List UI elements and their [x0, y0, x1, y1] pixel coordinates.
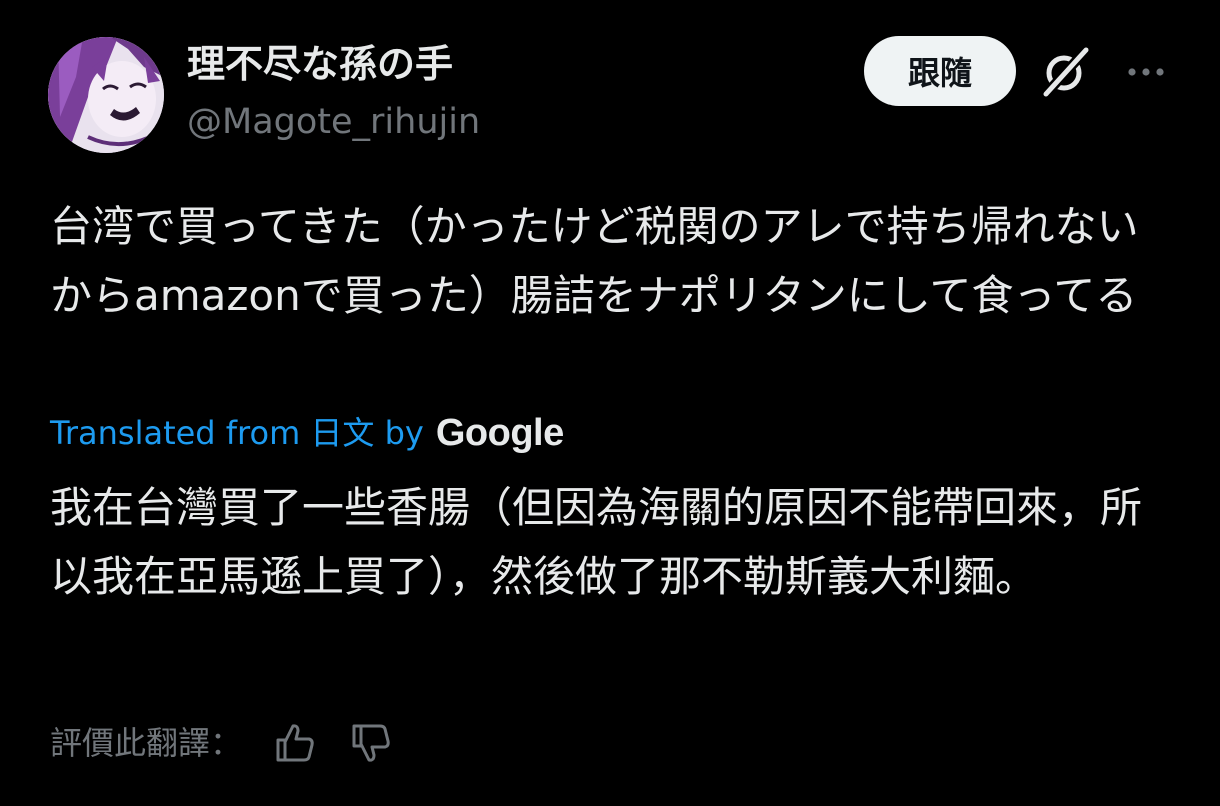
- follow-button[interactable]: 跟隨: [864, 36, 1016, 106]
- grok-icon[interactable]: [1040, 46, 1092, 98]
- translated-text: 我在台灣買了一些香腸（但因為海關的原因不能帶回來，所以我在亞馬遜上買了），然後做…: [50, 483, 1143, 601]
- more-icon[interactable]: [1126, 60, 1166, 84]
- google-logo: Google: [435, 412, 564, 454]
- translation-credit: Translated from 日文 by Google: [50, 410, 564, 456]
- thumbs-up-icon[interactable]: [272, 720, 318, 766]
- rate-translation-row: 評價此翻譯：: [50, 718, 394, 768]
- thumbs-down-icon[interactable]: [348, 720, 394, 766]
- user-handle[interactable]: @Magote_rihujin: [187, 100, 480, 144]
- post-card: 理不尽な孫の手 @Magote_rihujin 跟隨 台湾で買ってきた（かったけ…: [0, 0, 1220, 806]
- post-text: 台湾で買ってきた（かったけど税関のアレで持ち帰れないからamazonで買った）腸…: [50, 202, 1139, 320]
- translated-from-link[interactable]: Translated from 日文 by: [50, 410, 424, 456]
- rate-translation-label: 評價此翻譯：: [50, 724, 243, 762]
- avatar[interactable]: [48, 37, 164, 153]
- display-name[interactable]: 理不尽な孫の手: [187, 40, 453, 88]
- avatar-image: [48, 37, 164, 153]
